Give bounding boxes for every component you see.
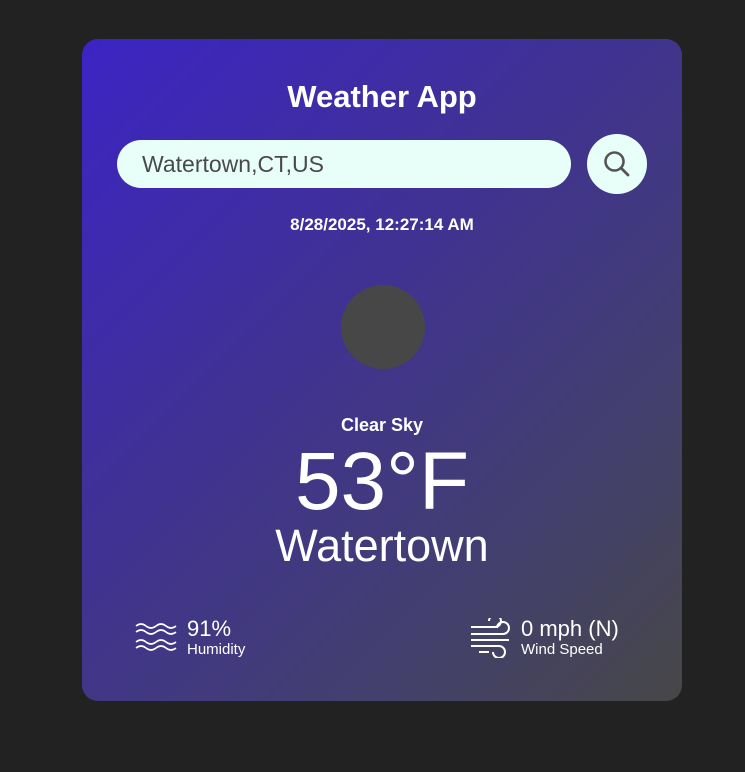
app-title: Weather App xyxy=(287,79,477,114)
wind-stat: 0 mph (N) Wind Speed xyxy=(469,617,619,658)
humidity-icon xyxy=(135,622,177,651)
humidity-label: Humidity xyxy=(187,641,246,658)
wind-speed-value: 0 mph (N) xyxy=(521,616,619,641)
weather-icon xyxy=(341,285,425,369)
search-icon xyxy=(604,151,630,177)
wind-icon xyxy=(471,617,510,658)
wind-speed-label: Wind Speed xyxy=(521,641,603,658)
city-search-input[interactable] xyxy=(117,140,571,188)
humidity-value: 91% xyxy=(187,616,232,641)
city-name: Watertown xyxy=(275,520,489,571)
weather-description: Clear Sky xyxy=(340,415,424,435)
date-time: 8/28/2025, 12:27:14 AM xyxy=(290,215,474,234)
search-button[interactable] xyxy=(587,134,647,194)
weather-card: Weather App 8/28/2025, 12:27:14 AM Clear… xyxy=(82,39,682,701)
temperature: 53°F xyxy=(294,436,470,527)
humidity-stat: 91% Humidity xyxy=(135,617,245,658)
